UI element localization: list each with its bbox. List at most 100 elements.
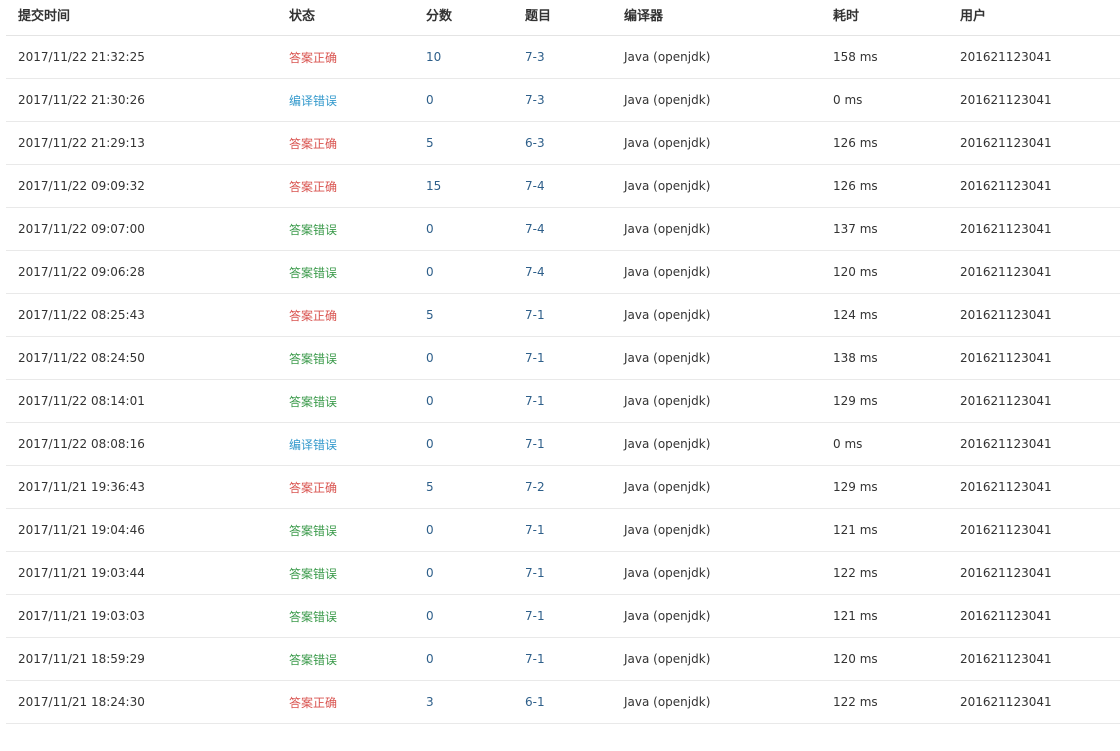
table-row: 2017/11/22 21:29:13 答案正确 5 6-3 Java (openjdk…: [6, 122, 1120, 165]
score-link[interactable]: 5: [426, 294, 516, 336]
table-row: 2017/11/22 09:09:32 答案正确 15 7-4 Java (openjd…: [6, 165, 1120, 208]
user-id: 201621123041: [960, 652, 1052, 666]
status-link[interactable]: 答案正确: [289, 165, 419, 207]
time-cost: 126 ms: [833, 179, 878, 193]
table-row: 2017/11/21 19:03:44 答案错误 0 7-1 Java (openjdk…: [6, 552, 1120, 595]
status-link[interactable]: 答案错误: [289, 552, 419, 594]
status-link[interactable]: 答案错误: [289, 337, 419, 379]
user-id: 201621123041: [960, 480, 1052, 494]
score-link[interactable]: 0: [426, 208, 516, 250]
header-status[interactable]: 状态: [289, 0, 419, 35]
time-cost: 0 ms: [833, 93, 863, 107]
header-cost[interactable]: 耗时: [833, 0, 953, 35]
score-link[interactable]: 0: [426, 423, 516, 465]
header-compiler[interactable]: 编译器: [624, 0, 824, 35]
status-link[interactable]: 答案正确: [289, 36, 419, 78]
score-link[interactable]: 3: [426, 681, 516, 723]
problem-link[interactable]: 7-3: [525, 36, 615, 78]
status-link[interactable]: 答案错误: [289, 595, 419, 637]
table-row: 2017/11/22 08:24:50 答案错误 0 7-1 Java (openjdk…: [6, 337, 1120, 380]
problem-link[interactable]: 7-1: [525, 380, 615, 422]
table-row: 2017/11/22 08:08:16 编译错误 0 7-1 Java (openjdk…: [6, 423, 1120, 466]
header-user[interactable]: 用户: [960, 0, 1120, 35]
status-link[interactable]: 答案错误: [289, 380, 419, 422]
problem-link[interactable]: 7-4: [525, 251, 615, 293]
status-link[interactable]: 编译错误: [289, 423, 419, 465]
problem-link[interactable]: 7-1: [525, 294, 615, 336]
score-link[interactable]: 0: [426, 638, 516, 680]
user-id: 201621123041: [960, 222, 1052, 236]
submissions-table: 提交时间 状态 分数 题目 编译器 耗时 用户 2017/11/22 21:32…: [6, 0, 1120, 724]
problem-link[interactable]: 7-1: [525, 638, 615, 680]
time-cost: 158 ms: [833, 50, 878, 64]
problem-link[interactable]: 7-2: [525, 466, 615, 508]
compiler: Java (openjdk): [624, 695, 711, 709]
problem-link[interactable]: 7-4: [525, 165, 615, 207]
score-link[interactable]: 0: [426, 251, 516, 293]
compiler: Java (openjdk): [624, 480, 711, 494]
status-link[interactable]: 答案错误: [289, 251, 419, 293]
user-id: 201621123041: [960, 308, 1052, 322]
compiler: Java (openjdk): [624, 437, 711, 451]
problem-link[interactable]: 7-3: [525, 79, 615, 121]
status-link[interactable]: 答案错误: [289, 509, 419, 551]
submit-time: 2017/11/22 21:32:25: [18, 50, 145, 64]
problem-link[interactable]: 7-1: [525, 423, 615, 465]
status-link[interactable]: 答案正确: [289, 681, 419, 723]
status-link[interactable]: 答案正确: [289, 122, 419, 164]
compiler: Java (openjdk): [624, 394, 711, 408]
score-link[interactable]: 0: [426, 509, 516, 551]
header-time[interactable]: 提交时间: [18, 0, 278, 35]
problem-link[interactable]: 7-4: [525, 208, 615, 250]
submit-time: 2017/11/22 09:06:28: [18, 265, 145, 279]
score-link[interactable]: 0: [426, 552, 516, 594]
submit-time: 2017/11/22 09:07:00: [18, 222, 145, 236]
problem-link[interactable]: 7-1: [525, 552, 615, 594]
submit-time: 2017/11/22 21:29:13: [18, 136, 145, 150]
status-link[interactable]: 编译错误: [289, 79, 419, 121]
user-id: 201621123041: [960, 265, 1052, 279]
submit-time: 2017/11/21 19:04:46: [18, 523, 145, 537]
problem-link[interactable]: 6-3: [525, 122, 615, 164]
compiler: Java (openjdk): [624, 265, 711, 279]
score-link[interactable]: 0: [426, 79, 516, 121]
submit-time: 2017/11/22 08:25:43: [18, 308, 145, 322]
status-link[interactable]: 答案正确: [289, 294, 419, 336]
problem-link[interactable]: 6-1: [525, 681, 615, 723]
time-cost: 0 ms: [833, 437, 863, 451]
table-row: 2017/11/22 08:14:01 答案错误 0 7-1 Java (openjdk…: [6, 380, 1120, 423]
user-id: 201621123041: [960, 695, 1052, 709]
user-id: 201621123041: [960, 351, 1052, 365]
submit-time: 2017/11/22 08:14:01: [18, 394, 145, 408]
problem-link[interactable]: 7-1: [525, 509, 615, 551]
submit-time: 2017/11/21 19:03:03: [18, 609, 145, 623]
compiler: Java (openjdk): [624, 351, 711, 365]
user-id: 201621123041: [960, 50, 1052, 64]
submit-time: 2017/11/21 18:59:29: [18, 652, 145, 666]
score-link[interactable]: 5: [426, 122, 516, 164]
score-link[interactable]: 10: [426, 36, 516, 78]
score-link[interactable]: 15: [426, 165, 516, 207]
time-cost: 129 ms: [833, 480, 878, 494]
score-link[interactable]: 0: [426, 337, 516, 379]
status-link[interactable]: 答案错误: [289, 638, 419, 680]
score-link[interactable]: 5: [426, 466, 516, 508]
user-id: 201621123041: [960, 136, 1052, 150]
table-row: 2017/11/22 08:25:43 答案正确 5 7-1 Java (openjdk…: [6, 294, 1120, 337]
time-cost: 129 ms: [833, 394, 878, 408]
status-link[interactable]: 答案正确: [289, 466, 419, 508]
problem-link[interactable]: 7-1: [525, 337, 615, 379]
score-link[interactable]: 0: [426, 380, 516, 422]
header-score[interactable]: 分数: [426, 0, 516, 35]
status-link[interactable]: 答案错误: [289, 208, 419, 250]
score-link[interactable]: 0: [426, 595, 516, 637]
header-problem[interactable]: 题目: [525, 0, 615, 35]
problem-link[interactable]: 7-1: [525, 595, 615, 637]
compiler: Java (openjdk): [624, 308, 711, 322]
compiler: Java (openjdk): [624, 609, 711, 623]
time-cost: 122 ms: [833, 695, 878, 709]
time-cost: 121 ms: [833, 609, 878, 623]
table-row: 2017/11/22 21:32:25 答案正确 10 7-3 Java (openjd…: [6, 36, 1120, 79]
user-id: 201621123041: [960, 437, 1052, 451]
submit-time: 2017/11/22 08:08:16: [18, 437, 145, 451]
